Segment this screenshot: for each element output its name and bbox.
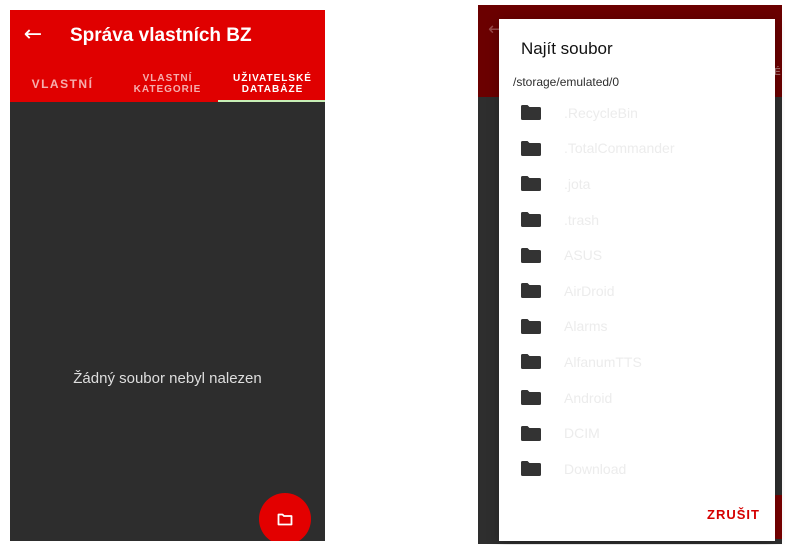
folder-name: AirDroid	[564, 282, 615, 299]
list-item[interactable]: Download	[499, 451, 775, 487]
list-item[interactable]: ASUS	[499, 237, 775, 273]
folder-list: .RecycleBin .TotalCommander .jota .trash…	[499, 95, 775, 487]
find-file-dialog: Najít soubor /storage/emulated/0 .Recycl…	[499, 19, 775, 541]
folder-name: Download	[564, 460, 627, 477]
folder-icon	[521, 390, 541, 406]
folder-name: .trash	[564, 211, 600, 228]
folder-icon	[521, 425, 541, 441]
page-title: Správa vlastních BZ	[70, 25, 252, 46]
list-item[interactable]: .jota	[499, 166, 775, 202]
list-item[interactable]: DCIM	[499, 415, 775, 451]
folder-name: .TotalCommander	[564, 140, 675, 157]
list-item[interactable]: AlfanumTTS	[499, 344, 775, 380]
folder-name: ASUS	[564, 247, 603, 264]
tab-vlastni-kategorie[interactable]: VLASTNÍ KATEGORIE	[115, 66, 220, 102]
empty-state-message: Žádný soubor nebyl nalezen	[73, 370, 262, 387]
tab-uzivatelske-databaze[interactable]: UŽIVATELSKÉ DATABÁZE	[220, 66, 325, 102]
folder-name: Alarms	[564, 318, 608, 335]
folder-icon	[277, 513, 293, 526]
folder-icon	[521, 461, 541, 477]
folder-name: .RecycleBin	[564, 104, 638, 121]
tab-vlastni[interactable]: VLASTNÍ	[10, 66, 115, 102]
cancel-button[interactable]: ZRUŠIT	[707, 507, 760, 522]
folder-name: DCIM	[564, 425, 600, 442]
list-item[interactable]: Alarms	[499, 309, 775, 345]
folder-icon	[521, 140, 541, 156]
folder-icon	[521, 318, 541, 334]
active-tab-indicator	[218, 100, 325, 102]
list-item[interactable]: .RecycleBin	[499, 95, 775, 131]
back-arrow-icon[interactable]: ←	[21, 22, 45, 48]
left-screen: ← Správa vlastních BZ VLASTNÍ VLASTNÍ KA…	[10, 10, 325, 541]
list-item[interactable]: .TotalCommander	[499, 131, 775, 167]
list-item[interactable]: .trash	[499, 202, 775, 238]
folder-name: .jota	[564, 175, 591, 192]
folder-icon	[521, 247, 541, 263]
folder-icon	[521, 176, 541, 192]
app-bar: ← Správa vlastních BZ VLASTNÍ VLASTNÍ KA…	[10, 10, 325, 102]
folder-icon	[521, 212, 541, 228]
folder-name: AlfanumTTS	[564, 353, 642, 370]
dimmed-tab-fragment: É	[774, 67, 781, 78]
current-path: /storage/emulated/0	[513, 75, 620, 89]
folder-name: Android	[564, 389, 613, 406]
folder-icon	[521, 283, 541, 299]
open-file-button[interactable]	[259, 493, 311, 541]
folder-icon	[521, 354, 541, 370]
list-item[interactable]: Android	[499, 380, 775, 416]
dialog-title: Najít soubor	[521, 39, 613, 58]
tab-bar: VLASTNÍ VLASTNÍ KATEGORIE UŽIVATELSKÉ DA…	[10, 66, 325, 102]
folder-icon	[521, 105, 541, 121]
list-item[interactable]: AirDroid	[499, 273, 775, 309]
